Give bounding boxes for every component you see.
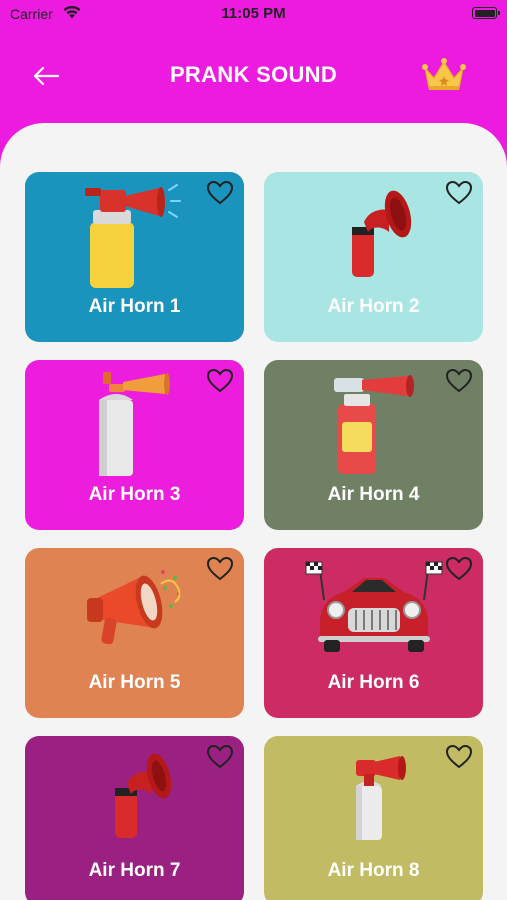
heart-icon[interactable] xyxy=(206,180,234,206)
sound-label: Air Horn 5 xyxy=(88,672,181,693)
battery-icon xyxy=(472,7,500,19)
sound-card-air-horn-2[interactable]: Air Horn 2 xyxy=(264,172,483,342)
heart-icon[interactable] xyxy=(445,368,473,394)
premium-button[interactable] xyxy=(421,56,467,94)
sound-label: Air Horn 1 xyxy=(88,296,181,317)
content-area: Air Horn 1 Air Horn 2 Air Horn 3 Air Hor… xyxy=(0,123,507,900)
crown-icon xyxy=(422,58,466,90)
sound-label: Air Horn 8 xyxy=(327,860,420,881)
sound-card-air-horn-3[interactable]: Air Horn 3 xyxy=(25,360,244,530)
sound-label: Air Horn 2 xyxy=(327,296,420,317)
sound-card-air-horn-5[interactable]: Air Horn 5 xyxy=(25,548,244,718)
clock: 11:05 PM xyxy=(221,5,286,22)
sound-card-air-horn-8[interactable]: Air Horn 8 xyxy=(264,736,483,900)
sound-card-air-horn-1[interactable]: Air Horn 1 xyxy=(25,172,244,342)
heart-icon[interactable] xyxy=(206,744,234,770)
sound-card-air-horn-6[interactable]: Air Horn 6 xyxy=(264,548,483,718)
sound-label: Air Horn 7 xyxy=(88,860,181,881)
heart-icon[interactable] xyxy=(206,368,234,394)
heart-icon[interactable] xyxy=(445,744,473,770)
sound-label: Air Horn 4 xyxy=(327,484,420,505)
heart-icon[interactable] xyxy=(445,180,473,206)
sound-label: Air Horn 3 xyxy=(88,484,181,505)
sound-card-air-horn-7[interactable]: Air Horn 7 xyxy=(25,736,244,900)
header: PRANK SOUND xyxy=(0,50,507,100)
heart-icon[interactable] xyxy=(445,556,473,582)
sound-label: Air Horn 6 xyxy=(327,672,420,693)
status-bar: Carrier 11:05 PM xyxy=(0,0,507,30)
sound-card-air-horn-4[interactable]: Air Horn 4 xyxy=(264,360,483,530)
heart-icon[interactable] xyxy=(206,556,234,582)
